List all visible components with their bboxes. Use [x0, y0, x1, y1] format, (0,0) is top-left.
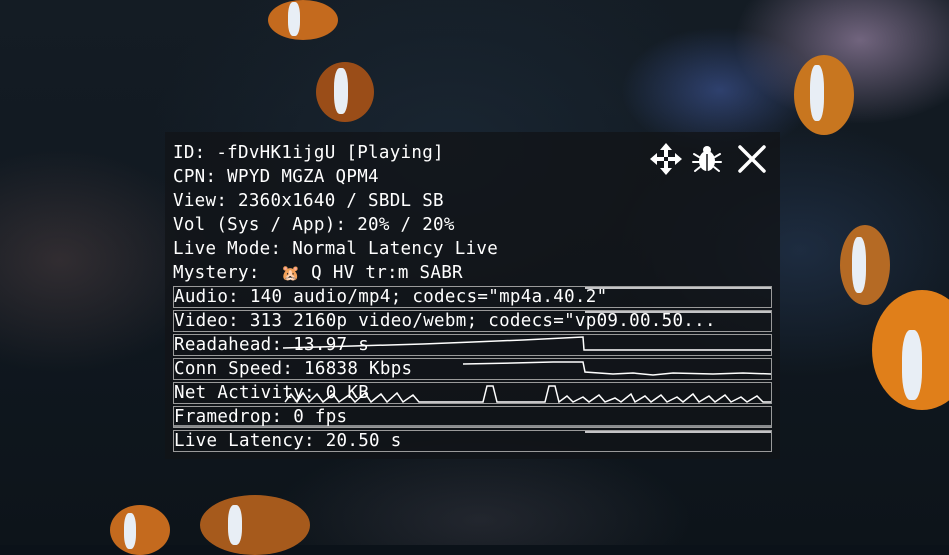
video-id-text: ID: -fDvHK1ijgU [Playing]: [173, 143, 444, 163]
live-latency-row: Live Latency: 20.50 s: [173, 430, 772, 452]
net-activity-row: Net Activity: 0 KB: [173, 382, 772, 404]
framedrop-row: Framedrop: 0 fps: [173, 406, 772, 428]
fish-image: [840, 225, 890, 305]
video-text: Video: 313 2160p video/webm; codecs="vp0…: [174, 311, 716, 331]
live-mode-text: Live Mode: Normal Latency Live: [173, 239, 499, 259]
fish-image: [794, 55, 854, 135]
bug-icon[interactable]: [690, 142, 724, 176]
fish-image: [316, 62, 374, 122]
hamster-icon: 🐹: [281, 264, 301, 282]
audio-row: Audio: 140 audio/mp4; codecs="mp4a.40.2": [173, 286, 772, 308]
fish-image: [110, 505, 170, 555]
live-latency-text: Live Latency: 20.50 s: [174, 431, 402, 451]
mystery-label: Mystery:: [173, 263, 282, 283]
view-text: View: 2360x1640 / SBDL SB: [173, 191, 444, 211]
volume-text: Vol (Sys / App): 20% / 20%: [173, 215, 455, 235]
close-icon[interactable]: [735, 142, 769, 176]
fish-image: [872, 290, 949, 410]
readahead-text: Readahead: 13.97 s: [174, 335, 370, 355]
audio-text: Audio: 140 audio/mp4; codecs="mp4a.40.2": [174, 287, 608, 307]
mystery-value: Q HV tr:m SABR: [300, 263, 463, 283]
mystery-text: Mystery: 🐹 Q HV tr:m SABR: [173, 262, 463, 284]
stats-for-nerds-panel: ID: -fDvHK1ijgU [Playing] CPN: WPYD MGZA…: [165, 132, 780, 459]
conn-speed-row: Conn Speed: 16838 Kbps: [173, 358, 772, 380]
move-arrows-icon[interactable]: [649, 142, 683, 176]
conn-speed-text: Conn Speed: 16838 Kbps: [174, 359, 413, 379]
video-row: Video: 313 2160p video/webm; codecs="vp0…: [173, 310, 772, 332]
framedrop-text: Framedrop: 0 fps: [174, 407, 348, 427]
net-activity-text: Net Activity: 0 KB: [174, 383, 370, 403]
fish-image: [268, 0, 338, 40]
fish-image: [200, 495, 310, 555]
cpn-text: CPN: WPYD MGZA QPM4: [173, 167, 379, 187]
readahead-row: Readahead: 13.97 s: [173, 334, 772, 356]
